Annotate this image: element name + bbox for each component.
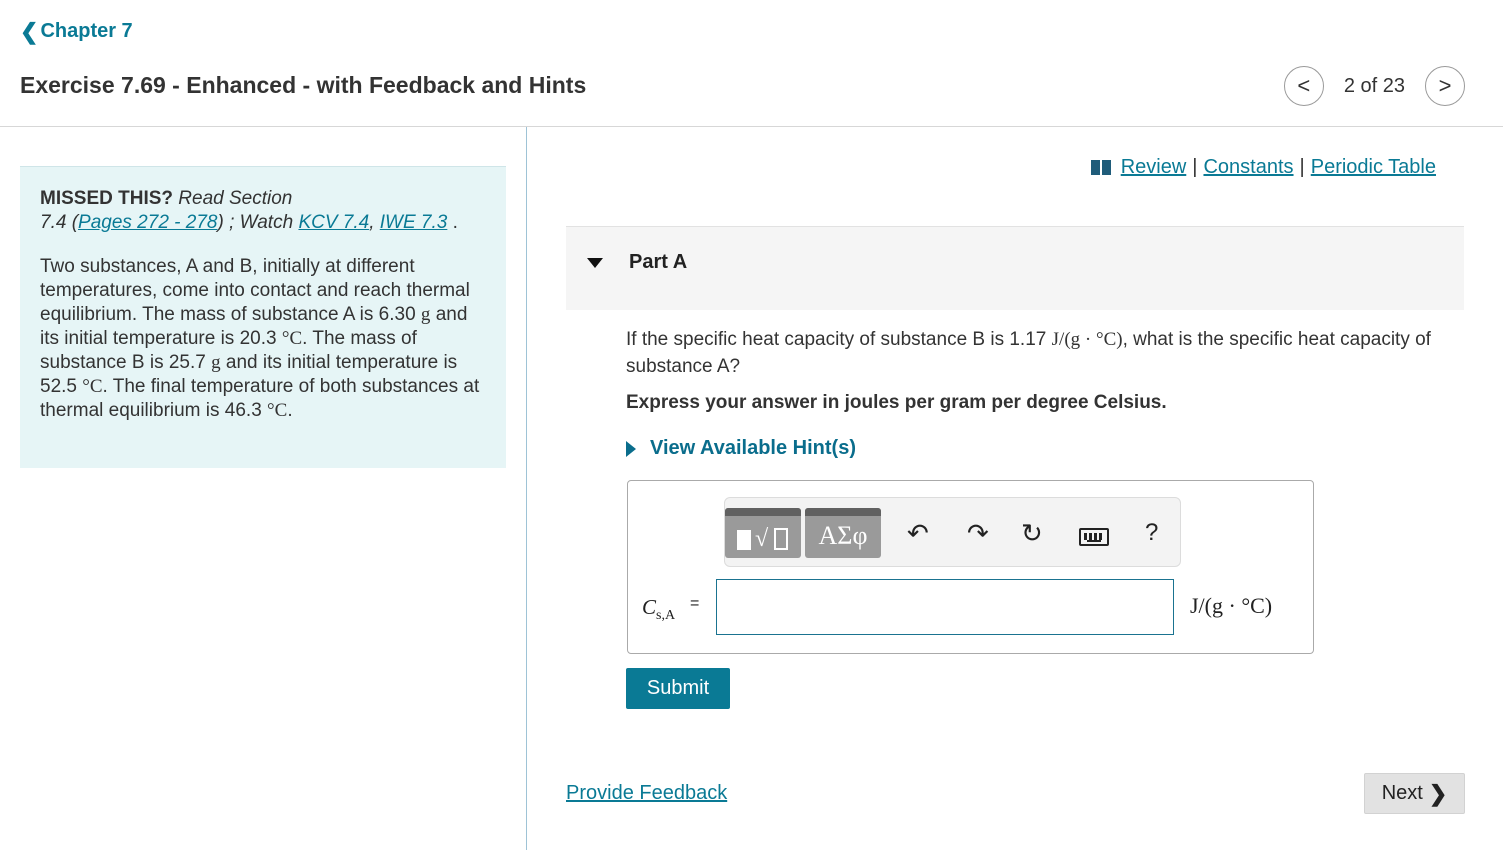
read-section-text: Read Section (178, 188, 293, 209)
templates-button[interactable]: √ (725, 508, 801, 558)
reset-icon[interactable]: ↻ (1021, 518, 1043, 548)
templates-icon: √ (737, 526, 789, 552)
chevron-left-icon: < (1297, 73, 1311, 98)
pager-text: 2 of 23 (1343, 74, 1405, 97)
pages-link[interactable]: Pages 272 - 278 (78, 212, 217, 233)
part-title: Part A (629, 251, 688, 273)
unit-celsius: °C (267, 400, 288, 421)
text-segment: . The final temperature of both substanc… (40, 376, 480, 421)
undo-icon[interactable]: ↶ (907, 518, 929, 548)
greek-symbols-button[interactable]: ΑΣφ (805, 508, 881, 558)
template-block (737, 530, 751, 550)
keyboard-icon[interactable] (1079, 528, 1109, 546)
variable-subscript: s,A (656, 608, 676, 624)
view-hints-toggle[interactable]: View Available Hint(s) (626, 437, 856, 460)
unit-grams: g (420, 304, 431, 325)
redo-icon[interactable]: ↷ (967, 518, 989, 548)
sqrt-glyph: √ (755, 526, 769, 552)
problem-info-panel: MISSED THIS? Read Section 7.4 (Pages 272… (20, 166, 506, 468)
period: . (452, 212, 458, 233)
watch-text: ) ; Watch (217, 212, 294, 233)
part-a-header[interactable]: Part A (566, 226, 1464, 310)
submit-button[interactable]: Submit (626, 668, 730, 709)
math-toolbar: √ ΑΣφ ↶ ↷ ↻ ? (724, 497, 1181, 567)
next-item-button[interactable]: > (1425, 66, 1465, 106)
book-icon (1090, 160, 1111, 175)
missed-this-line: MISSED THIS? Read Section (40, 187, 486, 211)
section-number: 7.4 ( (40, 212, 79, 233)
template-box (774, 528, 789, 550)
link-separator: , (369, 212, 375, 233)
link-separator: | (1192, 156, 1198, 178)
link-separator: | (1299, 156, 1305, 178)
panel-divider (526, 127, 527, 850)
exercise-title: Exercise 7.69 - Enhanced - with Feedback… (20, 72, 587, 98)
constants-link[interactable]: Constants (1203, 156, 1293, 179)
button-cap (805, 508, 881, 516)
question-text: If the specific heat capacity of substan… (626, 326, 1464, 380)
collapse-triangle-icon (587, 258, 603, 268)
unit-grams: g (211, 352, 221, 373)
text-segment: . (287, 400, 293, 421)
question-unit: J/(g · °C) (1051, 329, 1123, 350)
iwe-link[interactable]: IWE 7.3 (380, 212, 448, 233)
periodic-table-link[interactable]: Periodic Table (1311, 156, 1436, 179)
chevron-right-icon: > (1438, 73, 1452, 98)
greek-label: ΑΣφ (818, 521, 868, 550)
previous-item-button[interactable]: < (1283, 66, 1324, 106)
text-segment: Two substances, A and B, initially at di… (40, 256, 470, 325)
variable-symbol: C (642, 595, 657, 619)
chapter-label: Chapter 7 (40, 20, 133, 42)
answer-box: √ ΑΣφ ↶ ↷ ↻ ? Cs,A = J/(g · °C) (627, 480, 1314, 654)
missed-this-label: MISSED THIS? (40, 188, 174, 209)
help-icon[interactable]: ? (1145, 518, 1158, 548)
kcv-link[interactable]: KCV 7.4 (298, 212, 369, 233)
chevron-left-icon: ❮ (20, 18, 39, 44)
next-label: Next (1381, 782, 1423, 804)
review-link[interactable]: Review (1121, 156, 1187, 179)
unit-celsius: °C (281, 328, 303, 349)
chapter-link[interactable]: ❮ Chapter 7 (20, 20, 133, 43)
expand-triangle-icon (626, 440, 636, 457)
answer-instruction: Express your answer in joules per gram p… (626, 392, 1167, 413)
pager: < 2 of 23 > (1283, 66, 1465, 106)
answer-unit: J/(g · °C) (1190, 593, 1273, 618)
header-divider (0, 126, 1503, 127)
text-segment: If the specific heat capacity of substan… (626, 329, 1047, 350)
equals-sign: = (690, 595, 700, 612)
next-button[interactable]: Next ❯ (1364, 773, 1465, 814)
variable-label: Cs,A (642, 595, 675, 624)
unit-celsius: °C (82, 376, 103, 397)
section-links-line: 7.4 (Pages 272 - 278) ; Watch KCV 7.4, I… (40, 211, 486, 235)
hints-label: View Available Hint(s) (650, 437, 856, 459)
chevron-right-icon: ❯ (1428, 780, 1448, 806)
provide-feedback-link[interactable]: Provide Feedback (566, 782, 727, 805)
resource-links: Review | Constants | Periodic Table (1090, 156, 1436, 179)
answer-input[interactable] (716, 579, 1174, 635)
problem-text: Two substances, A and B, initially at di… (40, 255, 486, 423)
button-cap (725, 508, 801, 516)
